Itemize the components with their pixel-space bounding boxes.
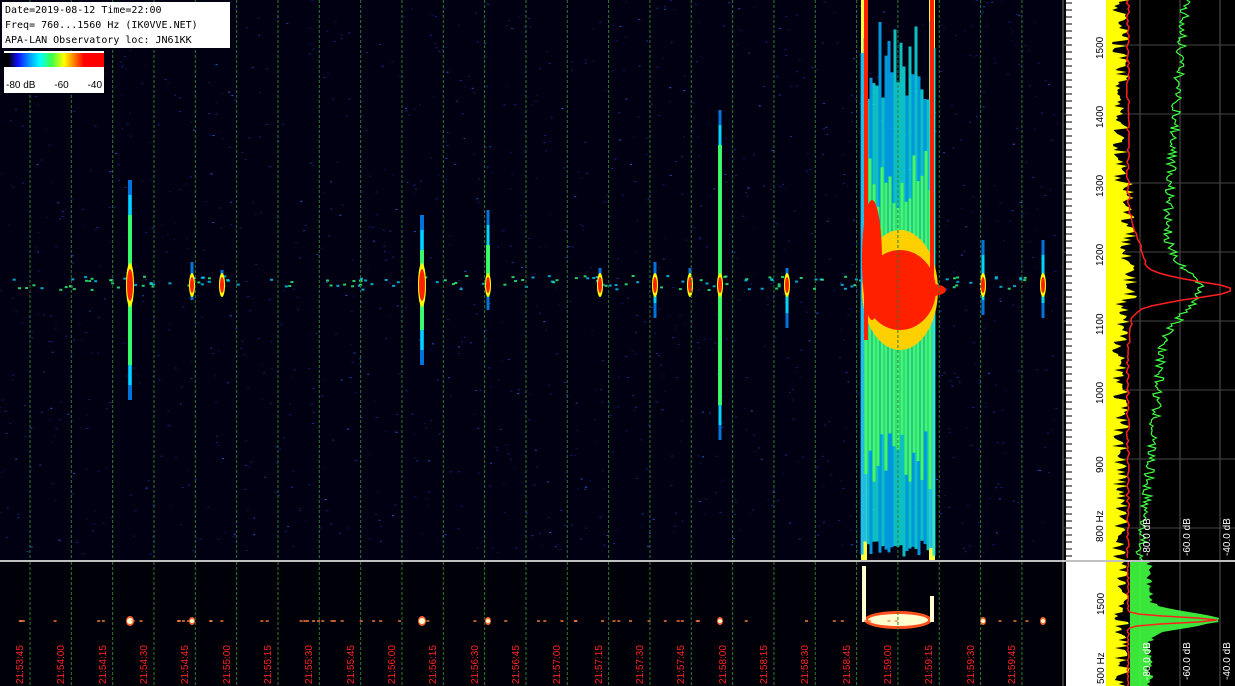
colorbar-mid-label: -60 — [54, 80, 69, 91]
time-tick-label: 21:55:00 — [221, 645, 233, 684]
db-scale-label: -60.0 dB — [1182, 518, 1193, 556]
header-info-box: Date=2019-08-12 Time=22:00 Freq= 760...1… — [2, 2, 230, 48]
time-tick-label: 21:59:00 — [882, 645, 894, 684]
time-tick-label: 21:54:30 — [138, 645, 150, 684]
frequency-tick-label: 1200 — [1095, 241, 1106, 268]
colorbar-min-label: -80 dB — [6, 80, 36, 91]
frequency-tick-label: 1000 — [1095, 379, 1106, 406]
time-tick-label: 21:54:00 — [56, 645, 68, 684]
time-tick-label: 21:55:30 — [304, 645, 316, 684]
spectrogram-window: Date=2019-08-12 Time=22:00 Freq= 760...1… — [0, 0, 1235, 686]
time-tick-label: 21:56:45 — [510, 645, 522, 684]
frequency-tick-label: 1400 — [1095, 103, 1106, 130]
time-tick-label: 21:56:30 — [469, 645, 481, 684]
time-tick-label: 21:58:45 — [841, 645, 853, 684]
frequency-tick-label-bottom: 500 Hz — [1096, 652, 1107, 684]
frequency-tick-label: 1300 — [1095, 172, 1106, 199]
db-scale-label: -60.0 dB — [1182, 642, 1193, 680]
frequency-range-text: Freq= 760...1560 Hz (IK0VVE.NET) — [5, 20, 198, 31]
time-tick-label: 21:53:45 — [15, 645, 26, 684]
frequency-tick-label: 900 — [1095, 454, 1106, 475]
time-tick-label: 21:57:45 — [676, 645, 688, 684]
date-time-text: Date=2019-08-12 Time=22:00 — [5, 5, 162, 16]
time-tick-label: 21:55:15 — [262, 645, 274, 684]
time-tick-label: 21:57:30 — [634, 645, 646, 684]
time-tick-label: 21:54:15 — [97, 645, 109, 684]
time-tick-label: 21:57:15 — [593, 645, 605, 684]
observatory-text: APA-LAN Observatory loc: JN61KK — [5, 35, 192, 46]
time-tick-label: 21:58:00 — [717, 645, 729, 684]
frequency-tick-label: 1100 — [1095, 311, 1106, 337]
time-tick-label: 21:58:15 — [758, 645, 770, 684]
frequency-tick-label: 1500 — [1095, 34, 1106, 61]
time-tick-label: 21:56:00 — [386, 645, 398, 684]
db-scale-label: -80.0 dB — [1142, 642, 1153, 680]
time-tick-label: 21:59:45 — [1006, 645, 1018, 684]
db-scale-label: -80.0 dB — [1142, 518, 1153, 556]
time-tick-label: 21:54:45 — [180, 645, 192, 684]
time-tick-label: 21:56:15 — [428, 645, 440, 684]
time-tick-label: 21:57:00 — [552, 645, 564, 684]
time-tick-label: 21:59:30 — [965, 645, 977, 684]
db-scale-label: -40.0 dB — [1222, 642, 1233, 680]
time-tick-label: 21:55:45 — [345, 645, 357, 684]
colorbar-gradient — [4, 53, 104, 67]
waterfall-canvas — [0, 0, 1235, 686]
frequency-tick-label: 800 Hz — [1095, 508, 1106, 544]
frequency-tick-label-bottom: 1500 — [1096, 592, 1107, 615]
time-tick-label: 21:59:15 — [924, 645, 936, 684]
time-tick-label: 21:58:30 — [800, 645, 812, 684]
colorbar-legend: -80 dB -60 -40 — [4, 51, 104, 93]
colorbar-max-label: -40 — [87, 80, 102, 91]
db-scale-label: -40.0 dB — [1222, 518, 1233, 556]
